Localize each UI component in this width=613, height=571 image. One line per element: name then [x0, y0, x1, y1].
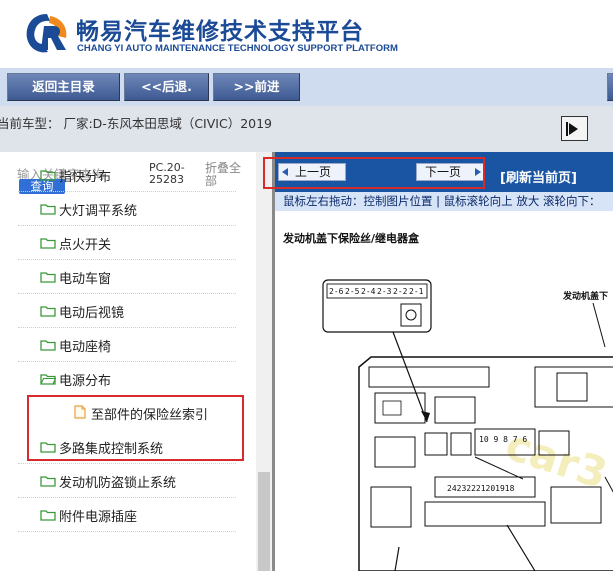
fuse-label: 2-2: [393, 287, 408, 296]
extra-nav-button[interactable]: [607, 73, 613, 101]
fuse-mid-labels: 10 9 8 7 6: [479, 435, 527, 444]
viewer-hint: 鼠标左右拖动：控制图片位置 | 鼠标滚轮向上 放大 滚轮向下：: [275, 192, 613, 211]
expand-panel-button[interactable]: [561, 116, 588, 141]
tree-item-power-distribution[interactable]: 电源分布: [18, 362, 236, 396]
fuse-bottom-labels: 24232221201918: [447, 484, 515, 493]
folder-icon: [40, 238, 56, 249]
folder-icon: [40, 476, 56, 487]
tree-item[interactable]: 附件电源插座: [18, 498, 236, 532]
callout-label: 发动机盖下: [562, 290, 608, 302]
fuse-top-labels: 2-6 2-5 2-4 2-3 2-2 2-1: [329, 287, 424, 296]
tree-item-label: 电动后视镜: [59, 306, 125, 321]
vehicle-bar: 当前车型： 厂家:D-东风本田思域（CIVIC）2019: [0, 106, 613, 152]
page-nav-highlight: [263, 157, 485, 189]
app-header: 畅易汽车维修技术支持平台 CHANG YI AUTO MAINTENANCE T…: [0, 0, 613, 68]
tree-item[interactable]: 电动后视镜: [18, 294, 236, 328]
tree-item[interactable]: 指快分布: [18, 158, 236, 192]
tree-item-label: 电源分布: [59, 374, 112, 389]
document-viewer: 上一页 下一页 [刷新当前页] 鼠标左右拖动：控制图片位置 | 鼠标滚轮向上 放…: [272, 152, 613, 571]
fuse-label: 2-1: [409, 287, 424, 296]
tree-item[interactable]: 电动座椅: [18, 328, 236, 362]
folder-icon: [40, 204, 56, 215]
tree-item-label: 电动座椅: [59, 340, 112, 355]
sidebar-scrollbar[interactable]: [256, 152, 272, 571]
refresh-page-link[interactable]: [刷新当前页]: [500, 167, 577, 186]
fuse-label: 2-4: [361, 287, 376, 296]
folder-icon: [40, 170, 56, 181]
tree-item-label: 指快分布: [59, 170, 112, 185]
scrollbar-thumb[interactable]: [258, 472, 270, 571]
folder-icon: [40, 272, 56, 283]
tree-item[interactable]: 点火开关: [18, 226, 236, 260]
back-home-button[interactable]: 返回主目录: [7, 73, 120, 101]
sidebar: 输入关键字查询 查询 PC.20-25283 折叠全部 指快分布 大灯调平系统 …: [0, 152, 272, 571]
tree-item-label: 附件电源插座: [59, 510, 138, 525]
selection-highlight: [27, 395, 244, 461]
arrow-right-icon: [569, 123, 578, 135]
panel-edge-icon: [566, 122, 568, 136]
folder-icon: [40, 510, 56, 521]
cy-logo-icon: [26, 14, 67, 53]
diagram-title: 发动机盖下保险丝/继电器盒: [283, 232, 420, 245]
tree-item[interactable]: 发动机防盗锁止系统: [18, 464, 236, 498]
fuse-label: 2-5: [345, 287, 360, 296]
folder-open-icon: [40, 374, 56, 385]
nav-bar: 返回主目录 <<后退. >>前进: [0, 68, 613, 106]
back-button[interactable]: <<后退.: [124, 73, 209, 101]
forward-button[interactable]: >>前进: [213, 73, 300, 101]
fuse-label: 2-3: [377, 287, 392, 296]
tree-item-label: 大灯调平系统: [59, 204, 138, 219]
tree-item-label: 发动机防盗锁止系统: [59, 476, 177, 491]
brand-title: 畅易汽车维修技术支持平台: [76, 19, 364, 45]
tree-item[interactable]: 大灯调平系统: [18, 192, 236, 226]
tree-item-label: 电动车窗: [59, 272, 112, 287]
folder-icon: [40, 306, 56, 317]
current-vehicle-label: 当前车型： 厂家:D-东风本田思域（CIVIC）2019: [0, 116, 273, 131]
tree-item[interactable]: 电动车窗: [18, 260, 236, 294]
fuse-box-diagram[interactable]: car3 2-6 2-5 2-4 2-3 2-2 2-1 发动机盖下 10 9 …: [275, 247, 613, 571]
tree-item-label: 点火开关: [59, 238, 112, 253]
fuse-label: 2-6: [329, 287, 344, 296]
folder-icon: [40, 340, 56, 351]
brand-subtitle: CHANG YI AUTO MAINTENANCE TECHNOLOGY SUP…: [77, 43, 398, 54]
